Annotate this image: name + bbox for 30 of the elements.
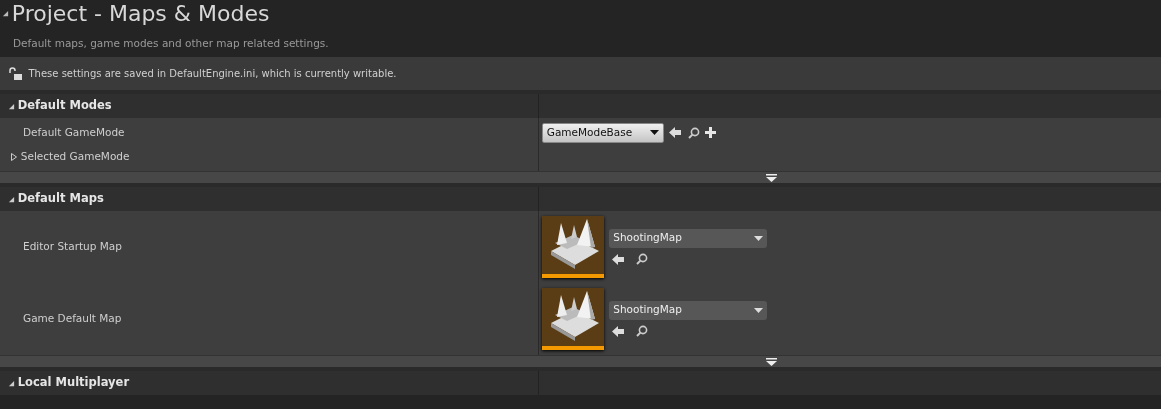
- class-dropdown[interactable]: GameModeBase: [541, 122, 664, 143]
- back-arrow-icon[interactable]: [612, 253, 625, 266]
- map-dropdown[interactable]: ShootingMap: [609, 228, 768, 248]
- property-label: Default GameMode: [23, 124, 125, 140]
- search-icon[interactable]: [636, 253, 648, 266]
- expand-arrow-icon[interactable]: [10, 153, 18, 161]
- plus-icon[interactable]: [705, 127, 717, 138]
- section-title: Default Modes: [17, 97, 112, 115]
- collapse-arrow-icon[interactable]: [2, 10, 9, 17]
- section-title: Default Maps: [17, 190, 104, 208]
- description-text: Default maps, game modes and other map related settings.: [12, 36, 330, 51]
- collapse-arrow-icon[interactable]: [8, 379, 15, 387]
- section-title: Local Multiplayer: [17, 374, 130, 392]
- collapse-arrow-icon[interactable]: [8, 102, 15, 110]
- property-label: Selected GameMode: [20, 149, 130, 165]
- caret-icon: [754, 307, 764, 313]
- collapse-arrow-icon[interactable]: [8, 195, 15, 203]
- property-label: Game Default Map: [23, 311, 122, 327]
- back-arrow-icon[interactable]: [612, 325, 625, 338]
- map-dropdown[interactable]: ShootingMap: [609, 300, 768, 320]
- back-arrow-icon[interactable]: [669, 127, 683, 138]
- search-icon[interactable]: [636, 325, 648, 338]
- advanced-expand-icon[interactable]: [766, 173, 777, 182]
- search-icon[interactable]: [687, 126, 700, 139]
- page-title: Project - Maps & Modes: [11, 0, 270, 28]
- caret-icon: [754, 235, 764, 241]
- notice-text: These settings are saved in DefaultEngine.ini, which is currently writable.: [28, 67, 397, 81]
- property-label: Editor Startup Map: [23, 239, 122, 255]
- advanced-expand-icon[interactable]: [766, 357, 777, 366]
- caret-icon: [649, 130, 659, 135]
